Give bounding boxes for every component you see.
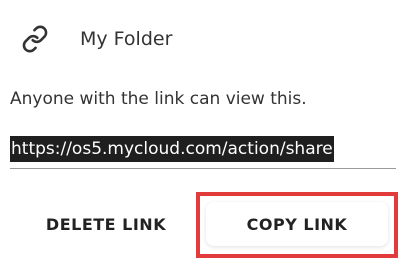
copy-link-button[interactable]: COPY LINK [206,202,388,246]
share-url-text[interactable]: https://os5.mycloud.com/action/share [10,136,334,162]
share-url-field[interactable]: https://os5.mycloud.com/action/share [10,134,396,169]
dialog-header: My Folder [0,20,408,60]
delete-link-button[interactable]: DELETE LINK [30,202,182,246]
folder-name: My Folder [80,28,173,50]
dialog-actions: DELETE LINK COPY LINK [0,188,408,268]
share-description: Anyone with the link can view this. [10,89,307,109]
share-link-dialog: My Folder Anyone with the link can view … [0,0,408,272]
link-icon [20,24,50,54]
